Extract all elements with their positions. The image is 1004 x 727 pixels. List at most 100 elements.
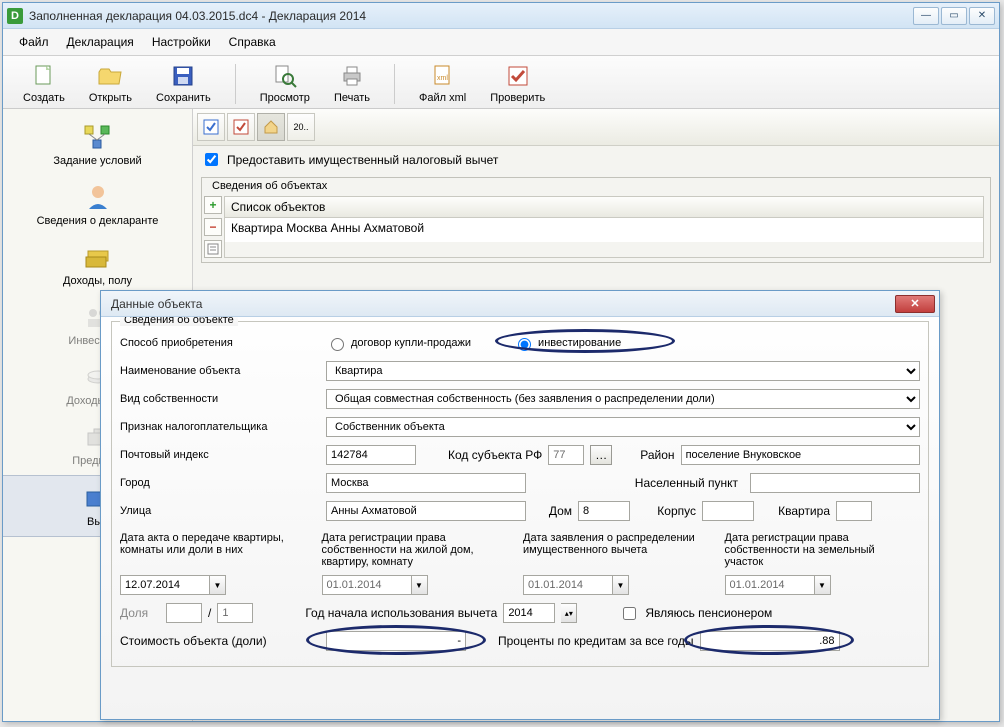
- date1-input[interactable]: [120, 575, 210, 595]
- object-name-label: Наименование объекта: [120, 365, 320, 377]
- flat-input[interactable]: [836, 501, 872, 521]
- print-button[interactable]: Печать: [334, 62, 370, 104]
- mini-btn-20[interactable]: 20..: [287, 113, 315, 141]
- sidebar-conditions-label: Задание условий: [53, 155, 141, 167]
- year-spin[interactable]: ▴▾: [561, 603, 577, 623]
- region-code-browse[interactable]: …: [590, 445, 612, 465]
- house-label: Дом: [532, 504, 572, 518]
- menu-bar: Файл Декларация Настройки Справка: [3, 29, 999, 56]
- edit-object-button[interactable]: [204, 240, 222, 258]
- sidebar-item-conditions[interactable]: Задание условий: [3, 115, 192, 175]
- remove-object-button[interactable]: −: [204, 218, 222, 236]
- minimize-button[interactable]: —: [913, 7, 939, 25]
- region-code-input: [548, 445, 584, 465]
- main-toolbar: Создать Открыть Сохранить Просмотр Печат…: [3, 56, 999, 109]
- mini-btn-home[interactable]: [257, 113, 285, 141]
- group1-legend: Сведения об объекте: [120, 317, 238, 326]
- date3-input: [523, 575, 613, 595]
- object-name-select[interactable]: Квартира: [326, 361, 920, 381]
- save-label: Сохранить: [156, 92, 211, 104]
- date3-drop[interactable]: ▼: [613, 575, 629, 595]
- xml-file-icon: xml: [429, 62, 457, 90]
- acq-radio-contract[interactable]: договор купли-продажи: [326, 335, 471, 351]
- conditions-icon: [82, 123, 114, 151]
- deduction-checkbox-label: Предоставить имущественный налоговый выч…: [227, 153, 498, 167]
- menu-settings[interactable]: Настройки: [144, 33, 219, 51]
- open-label: Открыть: [89, 92, 132, 104]
- preview-button[interactable]: Просмотр: [260, 62, 310, 104]
- save-button[interactable]: Сохранить: [156, 62, 211, 104]
- close-button[interactable]: ✕: [969, 7, 995, 25]
- date-col2-label: Дата регистрации права собственности на …: [322, 532, 518, 568]
- acq-radio-invest[interactable]: инвестирование: [513, 335, 621, 351]
- ownership-select[interactable]: Общая совместная собственность (без заяв…: [326, 389, 920, 409]
- region-input[interactable]: [681, 445, 920, 465]
- sidebar-declarant-label: Сведения о декларанте: [37, 215, 159, 227]
- sign-select[interactable]: Собственник объекта: [326, 417, 920, 437]
- folder-open-icon: [96, 62, 124, 90]
- house-input[interactable]: [578, 501, 630, 521]
- window-title: Заполненная декларация 04.03.2015.dc4 - …: [29, 9, 913, 23]
- region-code-label: Код субъекта РФ: [448, 448, 542, 462]
- maximize-button[interactable]: ▭: [941, 7, 967, 25]
- sidebar-item-declarant[interactable]: Сведения о декларанте: [3, 175, 192, 235]
- block-label: Корпус: [636, 504, 696, 518]
- date1-drop[interactable]: ▼: [210, 575, 226, 595]
- share-sep: /: [208, 606, 211, 620]
- acquisition-label: Способ приобретения: [120, 337, 320, 349]
- app-icon: D: [7, 8, 23, 24]
- street-label: Улица: [120, 505, 320, 517]
- mini-btn-2[interactable]: [227, 113, 255, 141]
- sidebar-income-label: Доходы, полу: [63, 275, 132, 287]
- create-button[interactable]: Создать: [23, 62, 65, 104]
- objects-group-title: Сведения об объектах: [208, 180, 331, 192]
- pensioner-checkbox[interactable]: [623, 607, 636, 620]
- xml-button[interactable]: xml Файл xml: [419, 62, 466, 104]
- open-button[interactable]: Открыть: [89, 62, 132, 104]
- date4-drop[interactable]: ▼: [815, 575, 831, 595]
- interest-label: Проценты по кредитам за все годы: [498, 634, 694, 648]
- flat-label: Квартира: [760, 504, 830, 518]
- menu-file[interactable]: Файл: [11, 33, 57, 51]
- check-label: Проверить: [490, 92, 545, 104]
- date-col3-label: Дата заявления о распределении имуществе…: [523, 532, 719, 556]
- sidebar-item-income[interactable]: Доходы, полу: [3, 235, 192, 295]
- ownership-label: Вид собственности: [120, 393, 320, 405]
- new-doc-icon: [30, 62, 58, 90]
- xml-label: Файл xml: [419, 92, 466, 104]
- printer-icon: [338, 62, 366, 90]
- magnifier-icon: [271, 62, 299, 90]
- add-object-button[interactable]: +: [204, 196, 222, 214]
- date4-input: [725, 575, 815, 595]
- city-label: Город: [120, 477, 320, 489]
- menu-help[interactable]: Справка: [221, 33, 284, 51]
- street-input[interactable]: [326, 501, 526, 521]
- check-button[interactable]: Проверить: [490, 62, 545, 104]
- cost-input[interactable]: [326, 631, 466, 651]
- post-label: Почтовый индекс: [120, 449, 320, 461]
- dialog-title: Данные объекта: [105, 297, 895, 311]
- block-input[interactable]: [702, 501, 754, 521]
- create-label: Создать: [23, 92, 65, 104]
- year-label: Год начала использования вычета: [305, 606, 497, 620]
- locality-label: Населенный пункт: [635, 476, 738, 490]
- date2-input: [322, 575, 412, 595]
- pensioner-label: Являюсь пенсионером: [645, 606, 772, 620]
- date2-drop[interactable]: ▼: [412, 575, 428, 595]
- floppy-icon: [169, 62, 197, 90]
- svg-text:xml: xml: [437, 75, 448, 82]
- mini-btn-1[interactable]: [197, 113, 225, 141]
- date-col1-label: Дата акта о передаче квартиры, комнаты и…: [120, 532, 316, 556]
- deduction-checkbox[interactable]: [205, 153, 218, 166]
- objects-list-row[interactable]: Квартира Москва Анны Ахматовой: [225, 218, 983, 242]
- person-icon: [82, 183, 114, 211]
- post-input[interactable]: [326, 445, 416, 465]
- check-icon: [504, 62, 532, 90]
- menu-declaration[interactable]: Декларация: [59, 33, 142, 51]
- date-col4-label: Дата регистрации права собственности на …: [725, 532, 921, 568]
- year-input[interactable]: [503, 603, 555, 623]
- city-input[interactable]: [326, 473, 526, 493]
- dialog-close-button[interactable]: ✕: [895, 295, 935, 313]
- locality-input[interactable]: [750, 473, 920, 493]
- interest-input[interactable]: [700, 631, 840, 651]
